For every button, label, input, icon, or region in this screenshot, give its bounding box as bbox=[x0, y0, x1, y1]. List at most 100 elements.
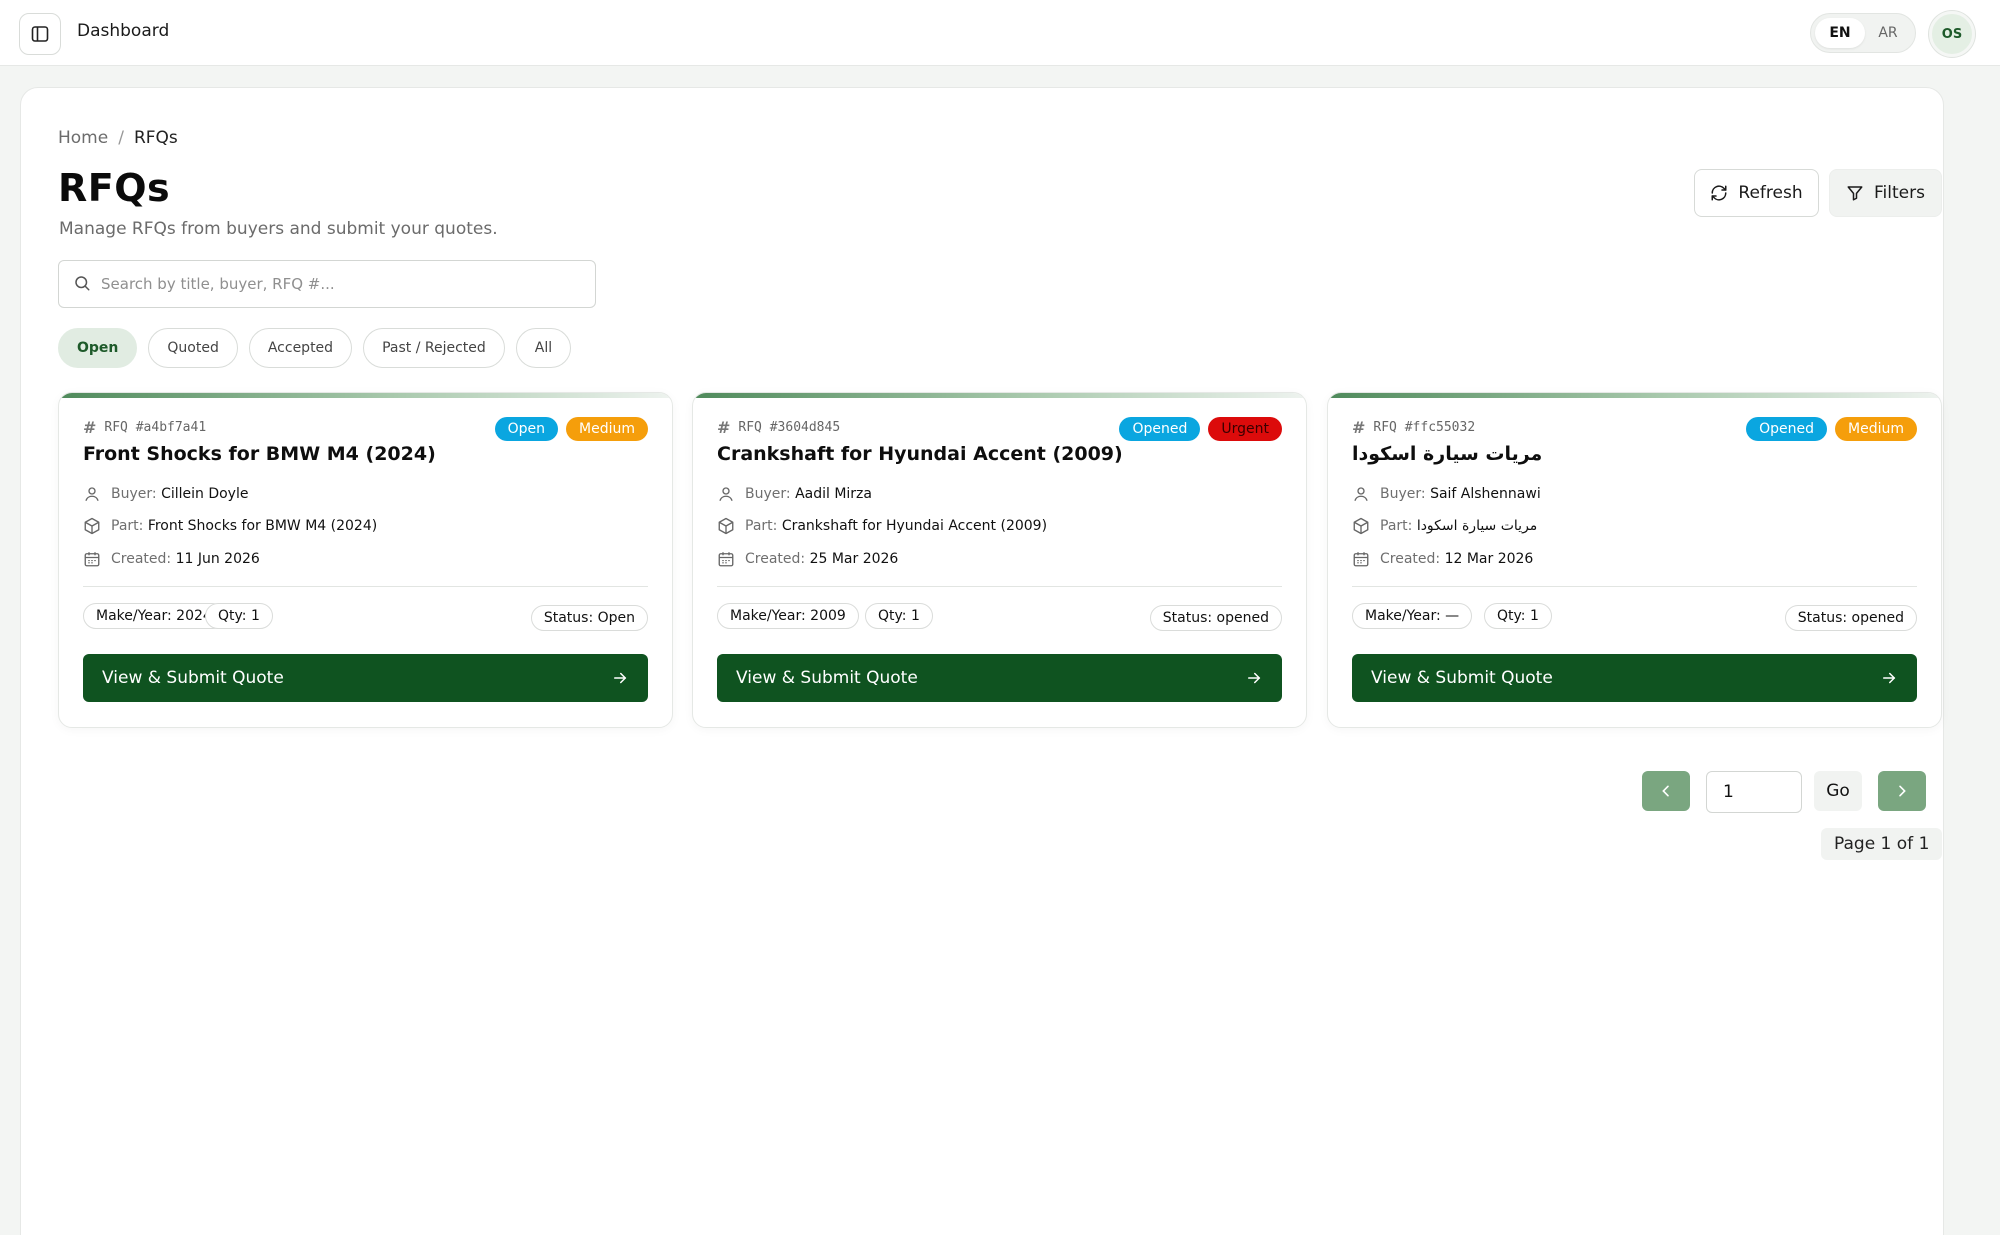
card-badges: Opened Medium bbox=[1746, 417, 1917, 441]
created-row: Created: 25 Mar 2026 bbox=[717, 550, 898, 568]
status-badge: Opened bbox=[1119, 417, 1201, 441]
rfq-card: # RFQ #ffc55032 مريات سيارة اسكودا Opened… bbox=[1327, 392, 1942, 728]
cta-label: View & Submit Quote bbox=[736, 668, 918, 688]
tab-quoted[interactable]: Quoted bbox=[148, 328, 238, 368]
user-avatar[interactable]: OS bbox=[1929, 11, 1975, 57]
view-submit-quote-button[interactable]: View & Submit Quote bbox=[83, 654, 648, 702]
refresh-button[interactable]: Refresh bbox=[1694, 169, 1819, 217]
sidebar-toggle-button[interactable] bbox=[19, 13, 61, 55]
next-page-button[interactable] bbox=[1878, 771, 1926, 811]
buyer-label: Buyer: bbox=[745, 486, 791, 502]
rfq-id-text: RFQ #ffc55032 bbox=[1373, 420, 1476, 435]
created-date: 11 Jun 2026 bbox=[175, 551, 260, 567]
qty-chip: Qty: 1 bbox=[205, 603, 273, 629]
refresh-icon bbox=[1711, 185, 1727, 201]
page-number-input[interactable] bbox=[1706, 771, 1802, 813]
make-year-chip: Make/Year: — bbox=[1352, 603, 1473, 629]
rfq-title: Front Shocks for BMW M4 (2024) bbox=[83, 443, 436, 465]
priority-badge: Medium bbox=[566, 417, 648, 441]
status-chip: Status: opened bbox=[1149, 605, 1282, 631]
view-submit-quote-button[interactable]: View & Submit Quote bbox=[717, 654, 1282, 702]
cta-label: View & Submit Quote bbox=[1371, 668, 1553, 688]
language-switch: EN AR bbox=[1810, 13, 1916, 53]
card-accent-bar bbox=[693, 393, 1306, 398]
hash-icon: # bbox=[1352, 418, 1366, 437]
card-accent-bar bbox=[1328, 393, 1941, 398]
tab-accepted[interactable]: Accepted bbox=[248, 328, 353, 368]
rfq-title: مريات سيارة اسكودا bbox=[1352, 443, 1543, 465]
qty-chip: Qty: 1 bbox=[1484, 603, 1552, 629]
go-button[interactable]: Go bbox=[1814, 771, 1862, 811]
language-en-button[interactable]: EN bbox=[1815, 18, 1865, 48]
created-date: 25 Mar 2026 bbox=[809, 551, 899, 567]
rfq-card: # RFQ #a4bf7a41 Front Shocks for BMW M4 (… bbox=[58, 392, 673, 728]
package-icon bbox=[1353, 517, 1369, 535]
hash-icon: # bbox=[83, 418, 97, 437]
page-title: RFQs bbox=[58, 166, 171, 210]
part-label: Part: bbox=[745, 518, 778, 534]
priority-badge: Urgent bbox=[1208, 417, 1282, 441]
status-badge: Opened bbox=[1746, 417, 1828, 441]
part-row: Part: مريات سيارة اسكودا bbox=[1352, 517, 1537, 535]
card-badges: Open Medium bbox=[494, 417, 648, 441]
rfq-id-text: RFQ #3604d845 bbox=[738, 420, 841, 435]
tab-past-rejected[interactable]: Past / Rejected bbox=[363, 328, 505, 368]
qty-chip: Qty: 1 bbox=[865, 603, 933, 629]
arrow-right-icon bbox=[614, 672, 627, 684]
tab-all[interactable]: All bbox=[515, 328, 572, 368]
page-info: Page 1 of 1 bbox=[1821, 828, 1943, 860]
search-input[interactable] bbox=[101, 269, 581, 299]
hash-icon: # bbox=[717, 418, 731, 437]
user-icon bbox=[719, 487, 733, 501]
created-label: Created: bbox=[1380, 551, 1441, 567]
breadcrumb: Home / RFQs bbox=[58, 128, 178, 148]
search-box bbox=[58, 260, 596, 308]
user-icon bbox=[85, 487, 99, 501]
part-name: Front Shocks for BMW M4 (2024) bbox=[147, 518, 378, 534]
make-year-chip: Make/Year: 2009 bbox=[717, 603, 859, 629]
buyer-label: Buyer: bbox=[1380, 486, 1426, 502]
buyer-name: Saif Alshennawi bbox=[1430, 486, 1541, 502]
card-divider bbox=[1352, 586, 1917, 587]
buyer-label: Buyer: bbox=[111, 486, 157, 502]
search-icon bbox=[75, 276, 90, 291]
arrow-right-icon bbox=[1248, 672, 1261, 684]
part-name: Crankshaft for Hyundai Accent (2009) bbox=[781, 518, 1048, 534]
status-chip: Status: Open bbox=[530, 605, 648, 631]
previous-page-button[interactable] bbox=[1642, 771, 1690, 811]
tab-open[interactable]: Open bbox=[58, 328, 138, 368]
part-name: مريات سيارة اسكودا bbox=[1416, 518, 1538, 534]
filters-button[interactable]: Filters bbox=[1829, 169, 1942, 217]
rfq-card: # RFQ #3604d845 Crankshaft for Hyundai Ac… bbox=[692, 392, 1307, 728]
topbar-title: Dashboard bbox=[77, 21, 170, 41]
created-row: Created: 11 Jun 2026 bbox=[83, 550, 260, 568]
rfq-id-text: RFQ #a4bf7a41 bbox=[104, 420, 207, 435]
rfq-id: # RFQ #a4bf7a41 bbox=[83, 418, 206, 437]
created-label: Created: bbox=[745, 551, 806, 567]
page-subtitle: Manage RFQs from buyers and submit your … bbox=[59, 219, 498, 239]
card-divider bbox=[717, 586, 1282, 587]
part-row: Part: Front Shocks for BMW M4 (2024) bbox=[83, 517, 377, 535]
cta-label: View & Submit Quote bbox=[102, 668, 284, 688]
created-date: 12 Mar 2026 bbox=[1444, 551, 1534, 567]
breadcrumb-home-link[interactable]: Home bbox=[58, 128, 108, 148]
language-ar-button[interactable]: AR bbox=[1863, 18, 1913, 48]
chevron-left-icon bbox=[1662, 785, 1669, 797]
rfq-title: Crankshaft for Hyundai Accent (2009) bbox=[717, 443, 1123, 465]
status-tabs: Open Quoted Accepted Past / Rejected All bbox=[58, 328, 572, 368]
status-badge: Open bbox=[494, 417, 559, 441]
view-submit-quote-button[interactable]: View & Submit Quote bbox=[1352, 654, 1917, 702]
filter-icon bbox=[1847, 186, 1863, 201]
rfq-id: # RFQ #3604d845 bbox=[717, 418, 840, 437]
filters-label: Filters bbox=[1874, 183, 1925, 203]
package-icon bbox=[718, 517, 734, 535]
priority-badge: Medium bbox=[1835, 417, 1917, 441]
created-row: Created: 12 Mar 2026 bbox=[1352, 550, 1533, 568]
card-divider bbox=[83, 586, 648, 587]
refresh-label: Refresh bbox=[1738, 183, 1803, 203]
user-icon bbox=[1354, 487, 1368, 501]
part-label: Part: bbox=[1380, 518, 1413, 534]
created-label: Created: bbox=[111, 551, 172, 567]
status-chip: Status: opened bbox=[1784, 605, 1917, 631]
card-accent-bar bbox=[59, 393, 672, 398]
